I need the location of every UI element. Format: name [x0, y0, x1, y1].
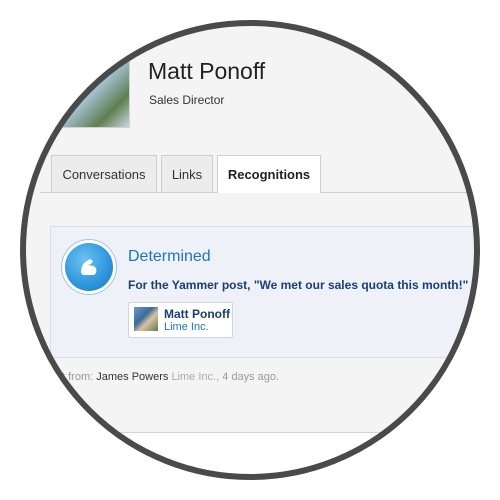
- footer-prefix: t from:: [62, 371, 94, 383]
- tab-links[interactable]: Links: [161, 155, 213, 192]
- tab-conversations[interactable]: Conversations: [51, 155, 157, 192]
- magnifier-lens: Matt Ponoff Sales Director Conversations…: [26, 26, 474, 474]
- next-card: [50, 432, 474, 474]
- profile-title: Sales Director: [149, 93, 225, 107]
- flexed-arm-icon: [65, 243, 113, 291]
- profile-name: Matt Ponoff: [148, 58, 266, 84]
- recognition-card: [50, 226, 474, 358]
- recognition-footer: t from: James Powers Lime Inc., 4 days a…: [62, 371, 279, 383]
- person-name-link[interactable]: Matt Ponoff: [164, 307, 230, 321]
- person-avatar[interactable]: [134, 307, 158, 331]
- from-company-link[interactable]: Lime Inc.,: [171, 371, 219, 383]
- recognition-title: Determined: [128, 248, 211, 265]
- recognition-text: For the Yammer post, "We met our sales q…: [128, 278, 469, 292]
- profile-avatar[interactable]: [58, 30, 130, 128]
- footer-time: 4 days ago.: [222, 371, 280, 383]
- person-company-link[interactable]: Lime Inc.: [164, 321, 209, 333]
- tab-recognitions[interactable]: Recognitions: [217, 155, 321, 193]
- from-name-link[interactable]: James Powers: [96, 371, 168, 383]
